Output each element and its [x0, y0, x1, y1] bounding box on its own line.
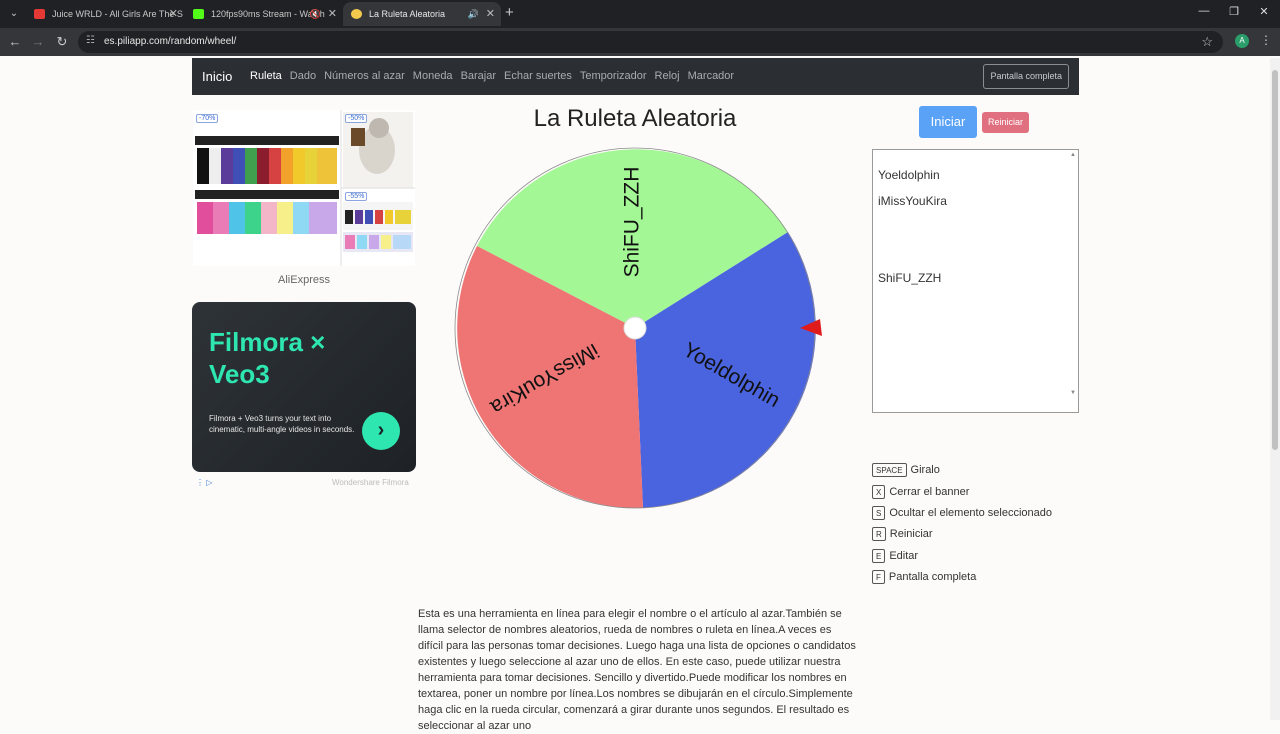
shortcut-label: Ocultar el elemento seleccionado [889, 506, 1052, 519]
nav-link-temporizador[interactable]: Temporizador [580, 70, 647, 82]
nav-link-moneda[interactable]: Moneda [413, 70, 453, 82]
nav-link-ruleta[interactable]: Ruleta [250, 70, 282, 82]
ad-footer: Wondershare Filmora [332, 478, 409, 487]
close-window-icon[interactable]: ✕ [1249, 5, 1279, 18]
key-cap: SPACE [872, 462, 907, 477]
nav-link-numeros[interactable]: Números al azar [324, 70, 405, 82]
scrollbar-thumb[interactable] [1272, 70, 1278, 450]
page-title: La Ruleta Aleatoria [533, 105, 737, 132]
tab-search-icon[interactable]: ⌄ [4, 5, 24, 23]
shortcut-label: Editar [889, 549, 919, 562]
tab-ruleta[interactable]: La Ruleta Aleatoria 🔊 ✕ [343, 2, 501, 26]
wheel[interactable]: ShiFU_ZZH Yoeldolphin iMissYouKira [450, 144, 830, 514]
ad-product-image [195, 110, 415, 266]
key-cap: E [872, 548, 886, 563]
ad-title: Filmora × Veo3 [209, 327, 326, 389]
description-text: Esta es una herramienta en línea para el… [418, 608, 856, 732]
shortcut-e: E Editar [872, 547, 918, 565]
nav-link-dado[interactable]: Dado [290, 70, 316, 82]
scroll-up-icon[interactable]: ▲ [1070, 152, 1076, 158]
shortcut-label: Pantalla completa [888, 570, 977, 583]
shortcut-x: X Cerrar el banner [872, 483, 969, 501]
aliexpress-ad[interactable]: -70% -50% -55% [193, 110, 415, 266]
reset-button[interactable]: Reiniciar [982, 112, 1029, 133]
discount-badge: -70% [196, 114, 219, 123]
speaker-icon[interactable]: 🔊 [468, 2, 479, 26]
discount-badge: -50% [345, 114, 368, 123]
youtube-icon [34, 9, 45, 19]
nav-link-reloj[interactable]: Reloj [655, 70, 680, 82]
key-cap: X [872, 484, 886, 499]
nav-links: Ruleta Dado Números al azar Moneda Baraj… [250, 70, 734, 82]
url-text: es.piliapp.com/random/wheel/ [104, 36, 237, 47]
shortcut-r: R Reiniciar [872, 525, 933, 543]
tab-title: 120fps90ms Stream - Watch [211, 9, 325, 19]
key-cap: F [872, 569, 885, 584]
ad-choices-icon[interactable]: ⋮ ▷ [196, 478, 212, 487]
minimize-icon[interactable]: — [1189, 5, 1219, 17]
start-button[interactable]: Iniciar [919, 106, 977, 138]
name-line: ShiFU_ZZH [878, 271, 942, 285]
nav-link-barajar[interactable]: Barajar [461, 70, 496, 82]
piliapp-icon [351, 9, 362, 19]
wheel-center-hub [623, 316, 647, 340]
page-scrollbar[interactable] [1270, 58, 1280, 720]
ad-body: Filmora + Veo3 turns your text into cine… [209, 414, 355, 434]
tab-title: Juice WRLD - All Girls Are The S [52, 9, 183, 19]
shortcut-label: Reiniciar [889, 527, 933, 540]
name-line: iMissYouKira [878, 194, 947, 208]
key-cap: R [872, 526, 886, 541]
aliexpress-label[interactable]: AliExpress [193, 274, 415, 286]
close-icon[interactable]: ✕ [486, 2, 495, 26]
restore-icon[interactable]: ❐ [1219, 5, 1249, 18]
shortcut-f: F Pantalla completa [872, 568, 976, 586]
fullscreen-button[interactable]: Pantalla completa [983, 64, 1069, 89]
scroll-down-icon[interactable]: ▼ [1070, 390, 1076, 396]
wheel-label-shifu: ShiFU_ZZH [621, 167, 644, 278]
url-input[interactable]: ☷ es.piliapp.com/random/wheel/ ☆ [78, 31, 1223, 53]
forward-icon[interactable]: → [29, 34, 47, 50]
tab-juice-wrld[interactable]: Juice WRLD - All Girls Are The S ✕ [26, 2, 184, 26]
bookmark-star-icon[interactable]: ☆ [1201, 34, 1213, 50]
discount-badge: -55% [345, 192, 368, 201]
mute-icon[interactable]: 🔇 [310, 2, 321, 26]
key-cap: S [872, 505, 886, 520]
chevron-right-icon[interactable]: › [362, 412, 400, 450]
site-info-icon[interactable]: ☷ [86, 35, 95, 46]
kick-icon [193, 9, 204, 19]
textarea-scrollbar[interactable]: ▲ ▼ [1068, 150, 1078, 412]
tab-kick-stream[interactable]: 120fps90ms Stream - Watch 🔇 ✕ [185, 2, 343, 26]
back-icon[interactable]: ← [6, 34, 24, 50]
names-textarea[interactable]: Yoeldolphin iMissYouKira ShiFU_ZZH ▲ ▼ [872, 149, 1079, 413]
profile-avatar[interactable]: A [1235, 34, 1249, 48]
filmora-ad[interactable]: Filmora × Veo3 Filmora + Veo3 turns your… [192, 302, 416, 472]
nav-link-marcador[interactable]: Marcador [688, 70, 734, 82]
name-line: Yoeldolphin [878, 168, 940, 182]
address-bar: ← → ↻ ☷ es.piliapp.com/random/wheel/ ☆ A… [0, 28, 1280, 56]
menu-icon[interactable]: ⋮ [1260, 33, 1272, 47]
nav-link-echar-suertes[interactable]: Echar suertes [504, 70, 572, 82]
site-navbar: Inicio Ruleta Dado Números al azar Moned… [192, 58, 1079, 95]
tab-title: La Ruleta Aleatoria [369, 9, 446, 19]
shortcut-label: Giralo [910, 463, 940, 476]
browser-tab-bar: ⌄ Juice WRLD - All Girls Are The S ✕ 120… [0, 0, 1280, 28]
shortcut-label: Cerrar el banner [889, 485, 970, 498]
close-icon[interactable]: ✕ [328, 2, 337, 26]
shortcut-s: S Ocultar el elemento seleccionado [872, 504, 1052, 522]
new-tab-icon[interactable]: + [505, 4, 514, 21]
reload-icon[interactable]: ↻ [53, 34, 71, 50]
close-icon[interactable]: ✕ [169, 2, 178, 26]
brand-home-link[interactable]: Inicio [202, 69, 232, 84]
shortcut-space: SPACE Giralo [872, 461, 940, 479]
